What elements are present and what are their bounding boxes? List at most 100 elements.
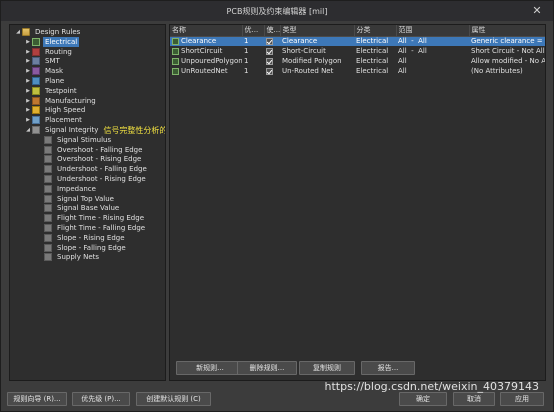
scope-first: All xyxy=(398,57,407,65)
enabled-checkbox[interactable] xyxy=(266,37,273,45)
enabled-checkbox[interactable] xyxy=(266,57,273,65)
tree-item[interactable]: ▶ Plane xyxy=(24,76,66,86)
priority-button[interactable]: 优先级 (P)... xyxy=(72,392,130,406)
tree-item[interactable]: ▶ Routing xyxy=(24,47,74,57)
enabled-cell[interactable] xyxy=(264,56,280,66)
tree-item[interactable]: Slope - Falling Edge xyxy=(44,243,128,253)
table-row[interactable]: UnRoutedNet 1 Un-Routed Net Electrical All (… xyxy=(170,66,545,76)
col-header-name[interactable]: 名称 xyxy=(170,25,243,37)
copy-rule-button[interactable]: 复制规则 xyxy=(299,361,355,375)
smt-icon xyxy=(32,57,40,66)
tree-item-label: Impedance xyxy=(57,184,96,193)
table-row[interactable]: UnpouredPolygon 1 Modified Polygon Electric… xyxy=(170,56,545,66)
scope-cell: All xyxy=(396,56,469,66)
create-default-rules-button[interactable]: 创建默认规则 (C) xyxy=(136,392,211,406)
tree-item[interactable]: ▶ Manufacturing xyxy=(24,96,98,106)
enabled-cell[interactable] xyxy=(264,46,280,56)
rules-grid[interactable]: 名称 优... 使... 类型 分类 范围 属性 Clearance 1 Clear… xyxy=(169,24,546,381)
tree-item[interactable]: Signal Top Value xyxy=(44,194,116,204)
tree-item[interactable]: ◢Signal Integrity信号完整性分析的规则 xyxy=(24,125,165,135)
expand-arrow-icon[interactable]: ▶ xyxy=(24,58,32,64)
col-header-type[interactable]: 类型 xyxy=(280,25,355,37)
enabled-cell[interactable] xyxy=(264,66,280,76)
enabled-cell[interactable] xyxy=(264,36,280,46)
delete-rule-button[interactable]: 删除规则... xyxy=(237,361,297,375)
rule-name-cell[interactable]: Clearance xyxy=(170,36,242,46)
rule-icon xyxy=(44,224,52,232)
expand-arrow-icon[interactable]: ▶ xyxy=(24,88,32,94)
tree-item-label: Supply Nets xyxy=(57,253,100,262)
expand-arrow-icon[interactable]: ▶ xyxy=(24,39,32,45)
rule-name-cell[interactable]: UnRoutedNet xyxy=(170,66,242,76)
tree-item[interactable]: Undershoot - Falling Edge xyxy=(44,164,149,174)
tree-item[interactable]: ◢ Design Rules xyxy=(14,27,82,37)
col-header-attributes[interactable]: 属性 xyxy=(469,25,545,37)
folder-icon xyxy=(22,28,30,36)
col-header-priority[interactable]: 优... xyxy=(242,25,265,37)
scope-dash: - xyxy=(411,37,414,46)
tree-item[interactable]: Undershoot - Rising Edge xyxy=(44,174,148,184)
tree-item-label: Flight Time - Falling Edge xyxy=(57,224,146,232)
tree-item[interactable]: ▶ High Speed xyxy=(24,105,87,115)
col-header-scope[interactable]: 范围 xyxy=(396,25,470,37)
col-header-enabled[interactable]: 使... xyxy=(264,25,281,37)
tree-item-label: Undershoot - Rising Edge xyxy=(57,175,146,183)
expand-arrow-icon[interactable]: ▶ xyxy=(24,107,32,113)
priority-cell: 1 xyxy=(244,47,249,55)
tree-item[interactable]: ▶ Testpoint xyxy=(24,86,79,96)
expand-arrow-icon[interactable]: ▶ xyxy=(24,117,32,123)
rule-icon xyxy=(44,214,52,223)
tree-item[interactable]: Impedance xyxy=(44,184,98,194)
tree-item[interactable]: ▶ Electrical xyxy=(24,36,80,47)
tree-item[interactable]: Flight Time - Rising Edge xyxy=(44,213,146,223)
tree-item[interactable]: ▶ Placement xyxy=(24,115,84,125)
table-row[interactable]: Clearance 1 Clearance Electrical All - All Ge… xyxy=(170,36,546,46)
rule-icon xyxy=(44,204,52,213)
tree-item[interactable]: ▶ Mask xyxy=(24,66,65,76)
expand-arrow-icon[interactable]: ▶ xyxy=(24,49,32,55)
routing-icon xyxy=(32,47,40,56)
expand-arrow-icon[interactable]: ▶ xyxy=(24,98,32,104)
rule-wizard-button[interactable]: 规则向导 (R)... xyxy=(7,392,67,406)
tree-item[interactable]: Overshoot - Falling Edge xyxy=(44,145,144,155)
tree-item[interactable]: Supply Nets xyxy=(44,252,101,262)
tree-item[interactable]: Signal Base Value xyxy=(44,203,121,213)
rule-name-cell[interactable]: UnpouredPolygon xyxy=(170,56,242,66)
title-bar[interactable]: PCB规则及约束编辑器 [mil] ✕ xyxy=(1,1,553,21)
scope-cell: All xyxy=(396,66,469,76)
tree-item-label: Placement xyxy=(45,116,82,125)
tree-item[interactable]: ▶ SMT xyxy=(24,56,62,66)
tree-item-label: Signal Stimulus xyxy=(57,135,112,144)
category-cell: Electrical xyxy=(354,36,396,46)
expand-arrow-icon[interactable]: ▶ xyxy=(24,78,32,84)
rules-editor-window: PCB规则及约束编辑器 [mil] ✕ ◢ Design Rules ▶ Electr… xyxy=(0,0,554,412)
ok-button[interactable]: 确定 xyxy=(399,392,447,406)
enabled-checkbox[interactable] xyxy=(266,67,273,75)
collapse-arrow-icon[interactable]: ◢ xyxy=(14,29,22,35)
attributes-cell: Generic clearance = 10 xyxy=(469,36,546,46)
enabled-checkbox[interactable] xyxy=(266,47,273,55)
scope-second: All xyxy=(418,47,427,55)
rules-tree[interactable]: ◢ Design Rules ▶ Electrical ▶ Routing ▶ SMT ▶ Mas… xyxy=(9,24,166,381)
cancel-button[interactable]: 取消 xyxy=(453,392,495,406)
signal-integrity-icon xyxy=(32,126,40,134)
tree-item[interactable]: Overshoot - Rising Edge xyxy=(44,154,143,164)
close-icon[interactable]: ✕ xyxy=(529,3,545,19)
report-button[interactable]: 报告... xyxy=(361,361,415,375)
collapse-arrow-icon[interactable]: ◢ xyxy=(24,127,32,133)
table-row[interactable]: ShortCircuit 1 Short-Circuit Electrical All … xyxy=(170,46,545,56)
tree-item-label: Design Rules xyxy=(35,28,81,36)
apply-button[interactable]: 应用 xyxy=(500,392,544,406)
rule-name-cell[interactable]: ShortCircuit xyxy=(170,46,242,56)
category-cell: Electrical xyxy=(356,57,389,65)
expand-arrow-icon[interactable]: ▶ xyxy=(24,68,32,74)
tree-item[interactable]: Slope - Rising Edge xyxy=(44,233,127,243)
manufacturing-icon xyxy=(32,96,40,105)
tree-item[interactable]: Flight Time - Falling Edge xyxy=(44,223,147,233)
tree-item-label: Slope - Rising Edge xyxy=(57,233,125,242)
col-header-category[interactable]: 分类 xyxy=(354,25,397,37)
tree-item[interactable]: Signal Stimulus xyxy=(44,135,113,145)
new-rule-button[interactable]: 新规则... xyxy=(176,361,244,375)
placement-icon xyxy=(32,116,40,125)
rule-icon xyxy=(172,57,179,65)
